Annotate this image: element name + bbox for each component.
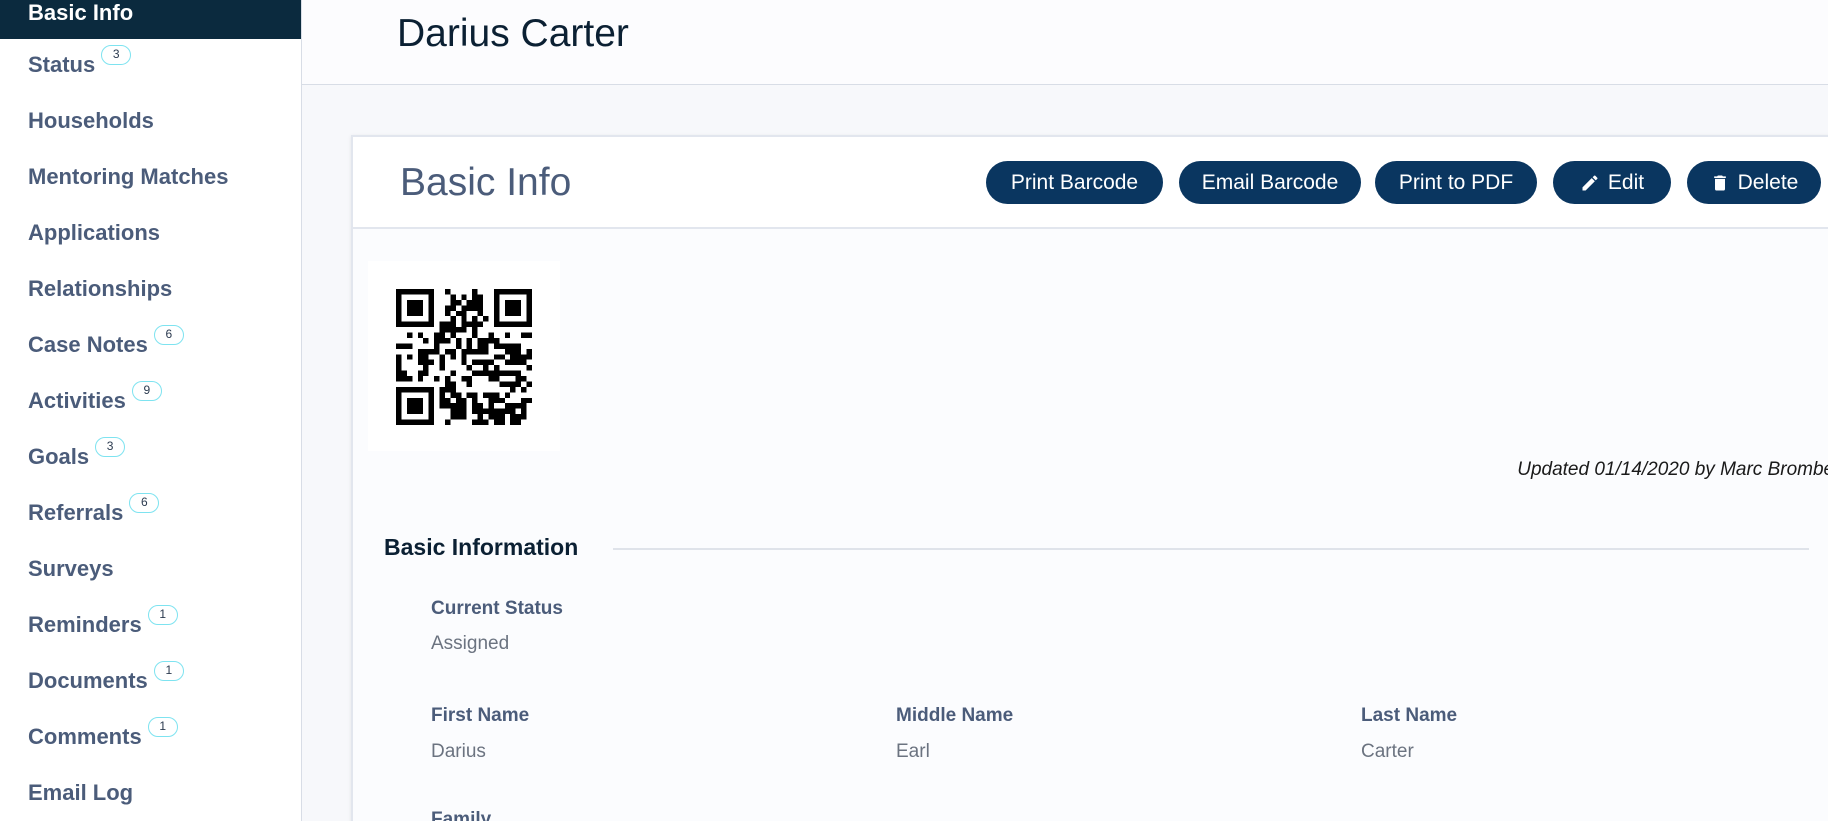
middle-name-label: Middle Name bbox=[896, 705, 1014, 726]
button-label: Edit bbox=[1607, 170, 1645, 194]
page-header: Darius Carter bbox=[302, 0, 1828, 85]
section-title: Basic Information bbox=[384, 534, 579, 560]
button-label: Email Barcode bbox=[1201, 170, 1339, 194]
button-label: Print Barcode bbox=[1010, 170, 1139, 194]
sidebar-item-label: Goals bbox=[28, 444, 90, 469]
button-label: Print to PDF bbox=[1398, 170, 1514, 194]
sidebar-item-mentoring-matches[interactable]: Mentoring Matches bbox=[28, 164, 228, 194]
sidebar-item-documents[interactable]: Documents 1 bbox=[28, 661, 184, 698]
qr-code-icon bbox=[396, 289, 532, 425]
sidebar-item-label: Applications bbox=[28, 220, 161, 245]
sidebar-item-label: Relationships bbox=[28, 276, 173, 301]
count-badge: 1 bbox=[147, 717, 178, 737]
sidebar-item-label: Activities bbox=[28, 388, 126, 413]
email-barcode-button[interactable]: Email Barcode bbox=[1179, 161, 1361, 204]
first-name-value: Darius bbox=[431, 741, 486, 762]
sidebar-item-label: Reminders bbox=[28, 612, 142, 637]
sidebar-item-comments[interactable]: Comments 1 bbox=[28, 717, 178, 754]
current-status-value: Assigned bbox=[431, 633, 510, 654]
family-label: Family bbox=[431, 809, 492, 821]
sidebar-item-label: Surveys bbox=[28, 556, 114, 581]
sidebar-item-label: Households bbox=[28, 108, 154, 133]
middle-name-value: Earl bbox=[896, 741, 930, 762]
sidebar-item-label: Status bbox=[28, 52, 96, 77]
sidebar-item-goals[interactable]: Goals 3 bbox=[28, 437, 126, 474]
sidebar-item-referrals[interactable]: Referrals 6 bbox=[28, 493, 160, 530]
delete-button[interactable]: Delete bbox=[1687, 161, 1821, 204]
sidebar-item-status[interactable]: Status 3 bbox=[28, 45, 132, 82]
sidebar-item-label: Basic Info bbox=[28, 0, 134, 25]
sidebar: Basic Info Status 3 Households Mentoring … bbox=[0, 0, 302, 821]
button-label: Delete bbox=[1737, 170, 1799, 194]
basic-info-card: Basic Info Print Barcode Email Barcode P… bbox=[351, 135, 1828, 821]
pencil-icon bbox=[1582, 174, 1598, 190]
sidebar-item-label: Email Log bbox=[28, 780, 134, 805]
print-barcode-button[interactable]: Print Barcode bbox=[986, 161, 1163, 204]
section-divider bbox=[613, 548, 1809, 550]
sidebar-item-case-notes[interactable]: Case Notes 6 bbox=[28, 325, 184, 362]
print-to-pdf-button[interactable]: Print to PDF bbox=[1375, 161, 1537, 204]
trash-icon bbox=[1713, 175, 1726, 190]
count-badge: 6 bbox=[153, 325, 184, 345]
barcode-image bbox=[368, 261, 560, 451]
sidebar-item-households[interactable]: Households bbox=[28, 108, 154, 138]
sidebar-item-surveys[interactable]: Surveys bbox=[28, 556, 114, 586]
sidebar-item-basic-info[interactable]: Basic Info bbox=[0, 0, 301, 39]
page-title: Darius Carter bbox=[397, 12, 629, 55]
count-badge: 1 bbox=[147, 605, 178, 625]
card-title: Basic Info bbox=[400, 161, 572, 204]
current-status-label: Current Status bbox=[431, 598, 563, 619]
sidebar-item-label: Case Notes bbox=[28, 332, 148, 357]
first-name-label: First Name bbox=[431, 705, 530, 726]
sidebar-item-reminders[interactable]: Reminders 1 bbox=[28, 605, 178, 642]
sidebar-item-relationships[interactable]: Relationships bbox=[28, 276, 172, 306]
sidebar-item-email-log[interactable]: Email Log bbox=[28, 780, 133, 810]
sidebar-item-label: Referrals bbox=[28, 500, 124, 525]
sidebar-item-label: Mentoring Matches bbox=[28, 164, 229, 189]
edit-button[interactable]: Edit bbox=[1553, 161, 1671, 204]
last-name-value: Carter bbox=[1361, 741, 1414, 762]
count-badge: 3 bbox=[95, 437, 126, 457]
updated-info: Updated 01/14/2020 by Marc Bromberg bbox=[1517, 459, 1828, 480]
last-name-label: Last Name bbox=[1361, 705, 1458, 726]
sidebar-item-applications[interactable]: Applications bbox=[28, 220, 160, 250]
sidebar-item-activities[interactable]: Activities 9 bbox=[28, 381, 162, 418]
sidebar-item-label: Comments bbox=[28, 724, 142, 749]
card-header: Basic Info Print Barcode Email Barcode P… bbox=[353, 137, 1828, 229]
count-badge: 6 bbox=[129, 493, 160, 513]
count-badge: 1 bbox=[153, 661, 184, 681]
sidebar-item-label: Documents bbox=[28, 668, 148, 693]
count-badge: 9 bbox=[131, 381, 162, 401]
count-badge: 3 bbox=[101, 45, 132, 65]
